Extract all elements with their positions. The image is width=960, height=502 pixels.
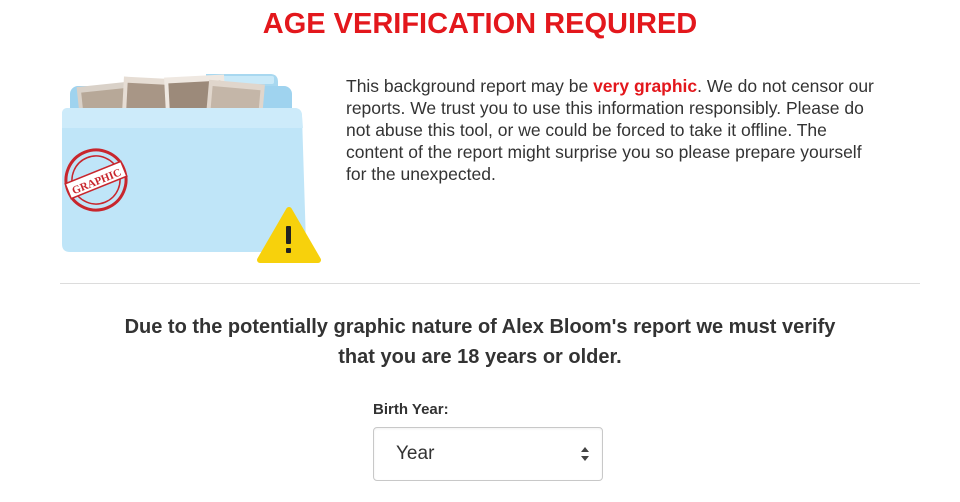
warning-text-before: This background report may be (346, 76, 594, 96)
select-arrows-icon (581, 447, 589, 461)
warning-emphasis: very graphic (593, 76, 698, 96)
page-title: AGE VERIFICATION REQUIRED (262, 8, 698, 40)
graphic-warning-text: This background report may be very graph… (346, 75, 886, 185)
graphic-folder-illustration: GRAPHIC (56, 68, 326, 264)
birth-year-select[interactable]: Year (373, 427, 603, 481)
birth-year-label: Birth Year: (373, 401, 449, 418)
age-notice: Due to the potentially graphic nature of… (0, 312, 960, 372)
divider (60, 283, 920, 284)
age-verification-page: AGE VERIFICATION REQUIRED GRAPHIC This b… (0, 0, 960, 502)
age-notice-line-1: Due to the potentially graphic nature of… (124, 316, 836, 338)
folder-icon: GRAPHIC (62, 74, 321, 263)
birth-year-selected-value: Year (396, 443, 435, 464)
age-notice-line-2: that you are 18 years or older. (338, 346, 622, 368)
